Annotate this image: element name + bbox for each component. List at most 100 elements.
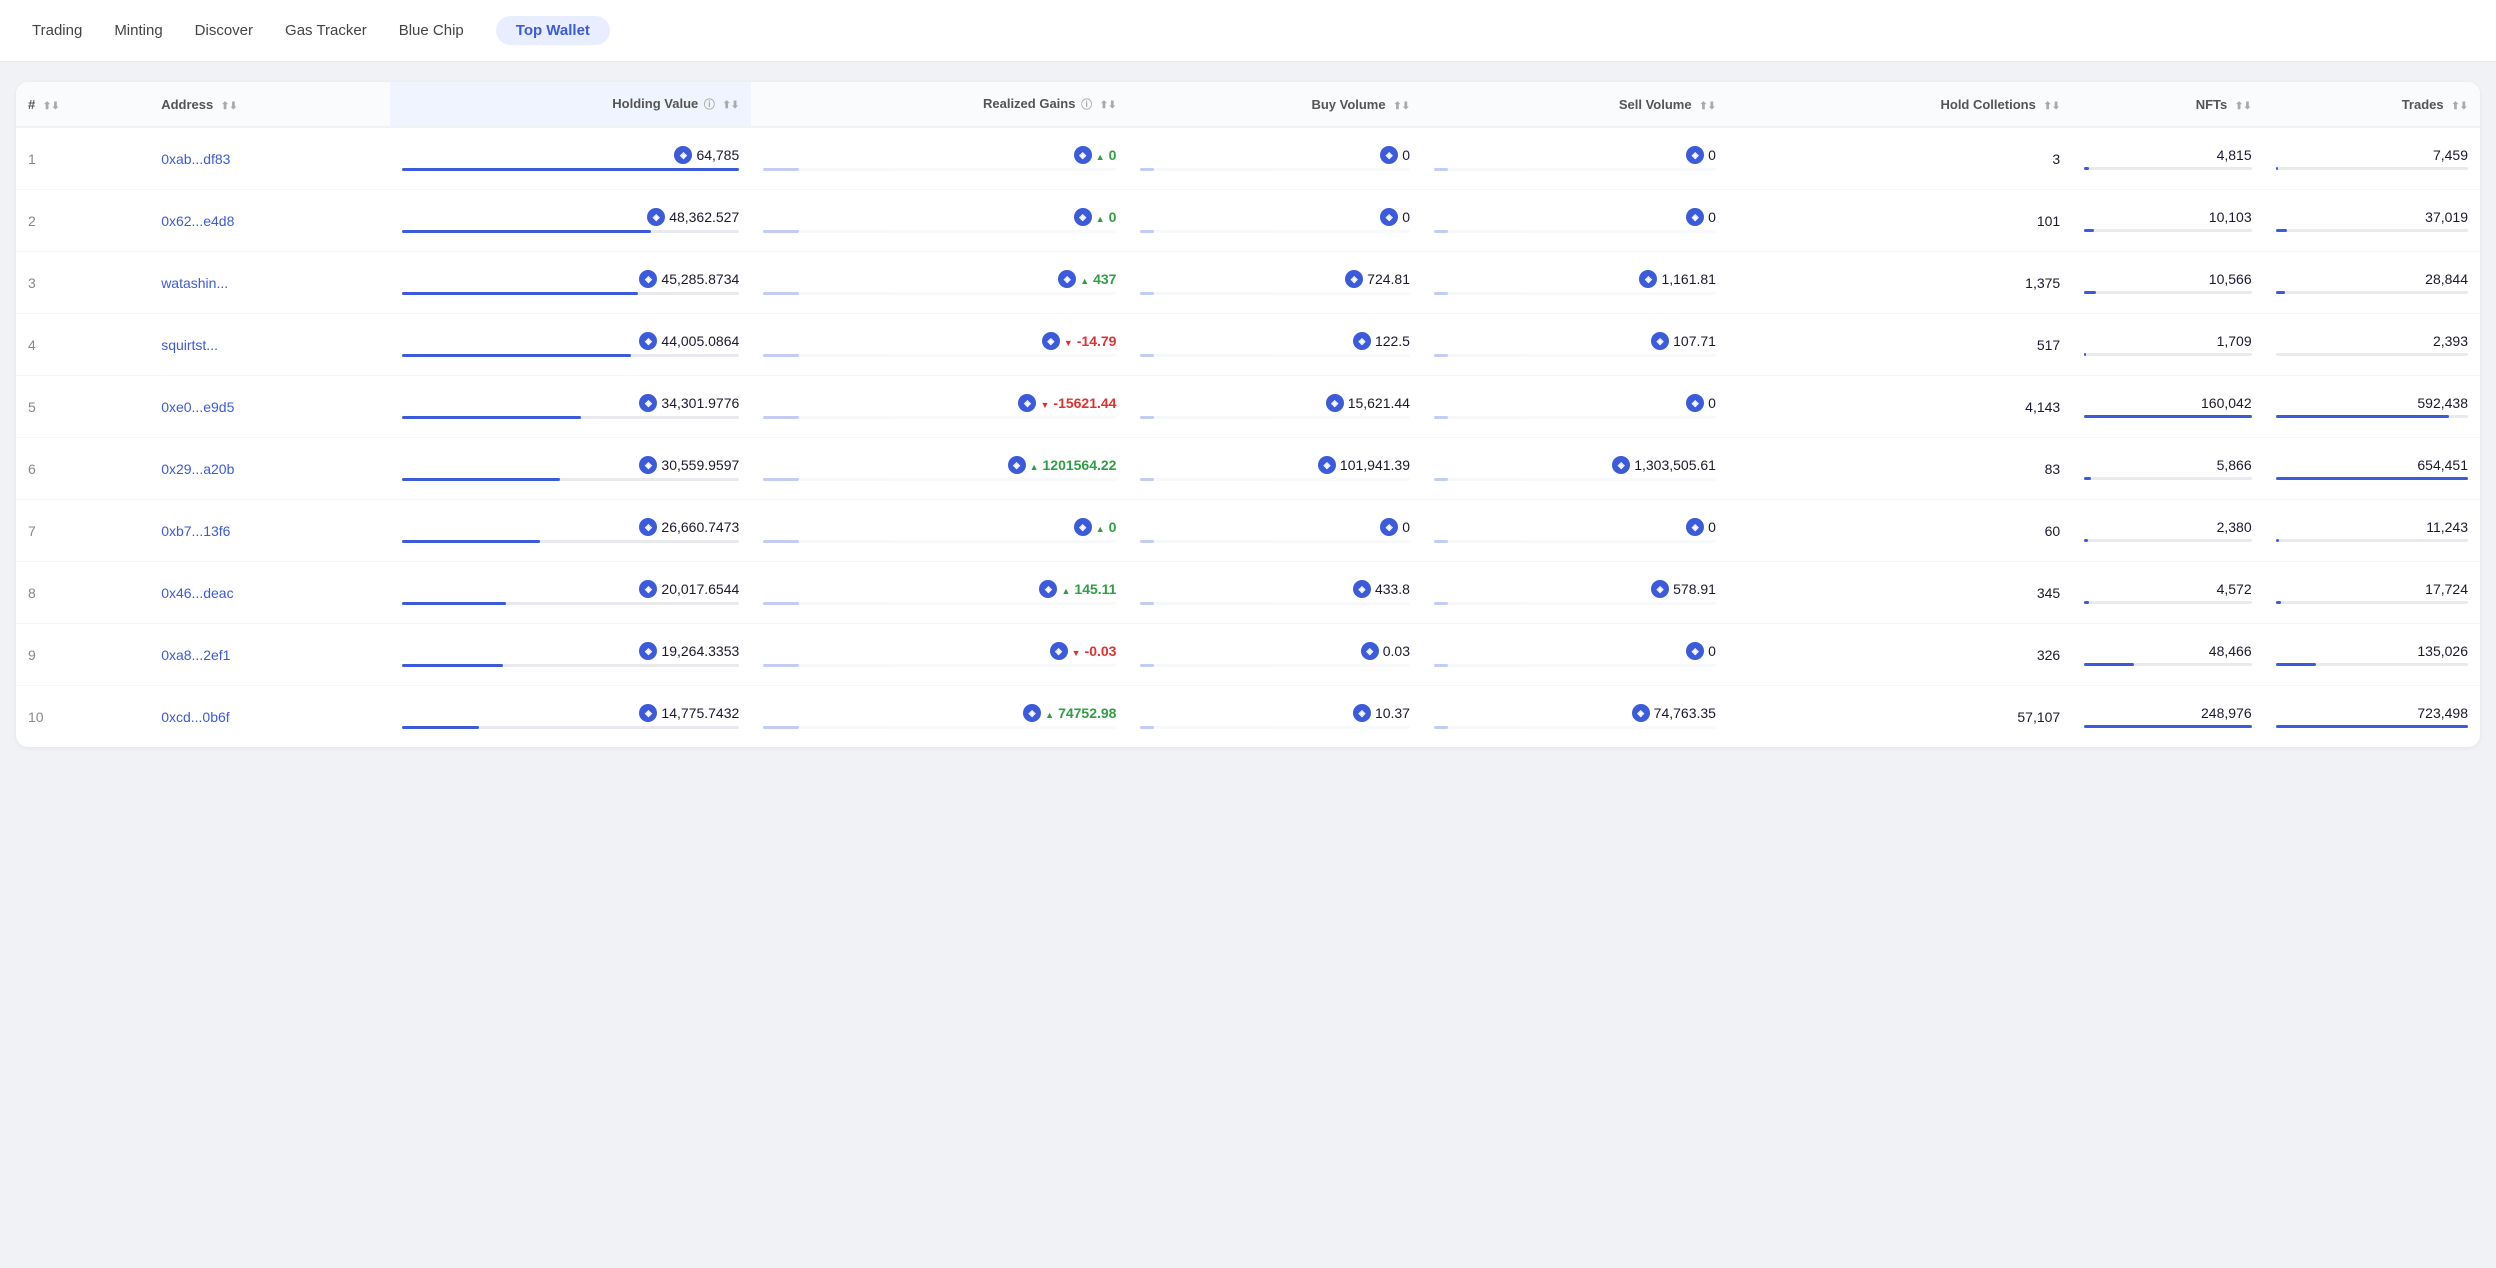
buy-bar (1140, 602, 1410, 605)
address-link[interactable]: 0xa8...2ef1 (161, 647, 230, 663)
nfts-bar (2084, 415, 2251, 418)
address-link[interactable]: squirtst... (161, 337, 218, 353)
eth-icon: ◈ (674, 146, 692, 164)
address-link[interactable]: 0x62...e4d8 (161, 213, 234, 229)
col-header-sell-volume[interactable]: Sell Volume ⬆⬇ (1422, 82, 1728, 127)
col-header-nfts[interactable]: NFTs ⬆⬇ (2072, 82, 2263, 127)
nav-item-blue-chip[interactable]: Blue Chip (399, 16, 464, 45)
holding-value-cell: ◈ 64,785 (390, 127, 752, 190)
nfts-bar (2084, 291, 2251, 294)
buy-bar (1140, 726, 1410, 729)
realized-gain-cell: ◈ -14.79 (751, 314, 1128, 376)
eth-icon-gain: ◈ (1018, 394, 1036, 412)
hold-collections-cell: 1,375 (1728, 252, 2072, 314)
nfts-bar (2084, 663, 2251, 666)
gain-bar (763, 416, 1116, 419)
nfts-value: 4,572 (2217, 581, 2252, 597)
eth-icon-buy: ◈ (1353, 704, 1371, 722)
realized-gain-cell: ◈ -0.03 (751, 624, 1128, 686)
nfts-value: 48,466 (2209, 643, 2252, 659)
hold-collections-cell: 83 (1728, 438, 2072, 500)
table-row: 20x62...e4d8 ◈ 48,362.527 ◈ 0 (16, 190, 2480, 252)
table-body: 10xab...df83 ◈ 64,785 ◈ 0 (16, 127, 2480, 747)
nfts-bar (2084, 477, 2251, 480)
trades-bar (2276, 477, 2468, 480)
address-cell: 0xcd...0b6f (149, 686, 389, 748)
sort-icon: ⬆⬇ (2235, 101, 2252, 112)
eth-icon-buy: ◈ (1380, 208, 1398, 226)
eth-icon-sell: ◈ (1639, 270, 1657, 288)
col-header-realized-gains[interactable]: Realized Gains ⓘ ⬆⬇ (751, 82, 1128, 127)
sell-bar (1434, 478, 1716, 481)
buy-volume-value: 0.03 (1383, 643, 1410, 659)
holding-value-cell: ◈ 48,362.527 (390, 190, 752, 252)
gain-bar (763, 540, 1116, 543)
nfts-bar (2084, 353, 2251, 356)
info-icon: ⓘ (704, 99, 715, 111)
sell-volume-value: 1,161.81 (1661, 271, 1716, 287)
nav-item-top-wallet[interactable]: Top Wallet (496, 16, 610, 45)
nfts-value: 248,976 (2201, 705, 2252, 721)
top-wallet-table: # ⬆⬇Address ⬆⬇Holding Value ⓘ ⬆⬇Realized… (16, 82, 2480, 747)
col-header-holding-value[interactable]: Holding Value ⓘ ⬆⬇ (390, 82, 752, 127)
eth-icon: ◈ (639, 332, 657, 350)
rank-cell: 3 (16, 252, 149, 314)
nav-item-gas-tracker[interactable]: Gas Tracker (285, 16, 367, 45)
col-header-address[interactable]: Address ⬆⬇ (149, 82, 389, 127)
nfts-value: 160,042 (2201, 395, 2252, 411)
sell-bar (1434, 602, 1716, 605)
col-header-buy-volume[interactable]: Buy Volume ⬆⬇ (1128, 82, 1422, 127)
realized-gain-value: 0 (1109, 519, 1117, 535)
gain-direction-icon (1064, 333, 1073, 349)
holding-value-cell: ◈ 26,660.7473 (390, 500, 752, 562)
gain-direction-icon (1072, 643, 1081, 659)
eth-icon: ◈ (639, 394, 657, 412)
sell-volume-value: 578.91 (1673, 581, 1716, 597)
rank-cell: 9 (16, 624, 149, 686)
trades-value: 11,243 (2426, 519, 2468, 535)
holding-value: 45,285.8734 (661, 271, 739, 287)
eth-icon-gain: ◈ (1074, 146, 1092, 164)
gain-bar (763, 664, 1116, 667)
table-row: 80x46...deac ◈ 20,017.6544 ◈ 145.11 (16, 562, 2480, 624)
nav-item-trading[interactable]: Trading (32, 16, 82, 45)
address-cell: 0xe0...e9d5 (149, 376, 389, 438)
eth-icon-gain: ◈ (1042, 332, 1060, 350)
sell-bar (1434, 664, 1716, 667)
rank-cell: 5 (16, 376, 149, 438)
nfts-cell: 2,380 (2072, 500, 2263, 562)
gain-direction-icon (1096, 147, 1105, 163)
sell-volume-value: 1,303,505.61 (1634, 457, 1716, 473)
address-link[interactable]: 0xcd...0b6f (161, 709, 230, 725)
realized-gain-value: 0 (1109, 147, 1117, 163)
eth-icon-buy: ◈ (1361, 642, 1379, 660)
address-link[interactable]: 0xab...df83 (161, 151, 230, 167)
nfts-cell: 48,466 (2072, 624, 2263, 686)
gain-direction-icon (1096, 209, 1105, 225)
address-link[interactable]: 0xe0...e9d5 (161, 399, 234, 415)
nav-item-discover[interactable]: Discover (195, 16, 253, 45)
col-header-#[interactable]: # ⬆⬇ (16, 82, 149, 127)
rank-cell: 4 (16, 314, 149, 376)
eth-icon-gain: ◈ (1074, 518, 1092, 536)
sell-bar (1434, 292, 1716, 295)
holding-bar (402, 602, 740, 605)
gain-bar (763, 602, 1116, 605)
buy-bar (1140, 292, 1410, 295)
address-link[interactable]: 0x46...deac (161, 585, 233, 601)
address-link[interactable]: 0xb7...13f6 (161, 523, 230, 539)
col-header-hold-colletions[interactable]: Hold Colletions ⬆⬇ (1728, 82, 2072, 127)
address-link[interactable]: watashin... (161, 275, 228, 291)
nav-item-minting[interactable]: Minting (114, 16, 162, 45)
eth-icon-gain: ◈ (1039, 580, 1057, 598)
trades-bar (2276, 291, 2468, 294)
trades-bar (2276, 725, 2468, 728)
sell-volume-cell: ◈ 1,303,505.61 (1422, 438, 1728, 500)
sell-volume-cell: ◈ 0 (1422, 500, 1728, 562)
realized-gain-value: 0 (1109, 209, 1117, 225)
eth-icon-sell: ◈ (1686, 394, 1704, 412)
address-link[interactable]: 0x29...a20b (161, 461, 234, 477)
eth-icon-sell: ◈ (1686, 146, 1704, 164)
col-header-trades[interactable]: Trades ⬆⬇ (2264, 82, 2480, 127)
buy-bar (1140, 168, 1410, 171)
